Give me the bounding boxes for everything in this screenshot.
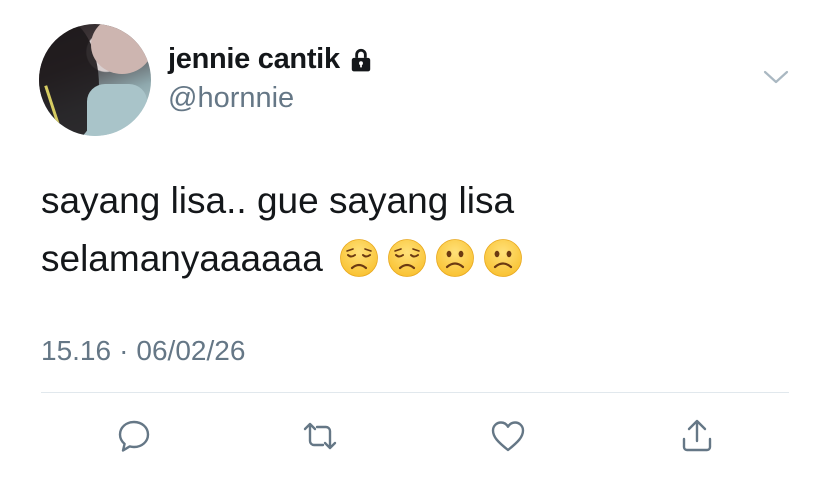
retweet-icon[interactable]: [301, 417, 339, 455]
avatar-clothing: [87, 84, 147, 136]
avatar[interactable]: [39, 24, 151, 136]
name-row: jennie cantik: [168, 43, 374, 76]
chevron-down-icon[interactable]: [762, 66, 790, 88]
avatar-face: [91, 24, 151, 74]
tweet-time: 15.16: [41, 335, 112, 366]
reply-icon[interactable]: [115, 417, 153, 455]
tweet-body: sayang lisa.. gue sayang lisa selamanyaa…: [41, 172, 801, 288]
tweet-timestamp[interactable]: 15.16 · 06/02/26: [41, 335, 245, 367]
emoji-row: [323, 238, 523, 279]
lock-icon: [351, 48, 370, 71]
frowning-face-emoji: [483, 239, 522, 277]
display-name[interactable]: jennie cantik: [168, 43, 340, 76]
user-handle[interactable]: @hornnie: [168, 82, 294, 115]
frowning-face-emoji: [435, 239, 474, 277]
disappointed-face-emoji: [387, 239, 426, 277]
tweet-date: 06/02/26: [136, 335, 246, 366]
disappointed-face-emoji: [339, 239, 378, 277]
like-icon[interactable]: [489, 417, 527, 455]
divider: [41, 392, 789, 393]
timestamp-separator: ·: [119, 335, 129, 366]
share-icon[interactable]: [678, 417, 716, 455]
